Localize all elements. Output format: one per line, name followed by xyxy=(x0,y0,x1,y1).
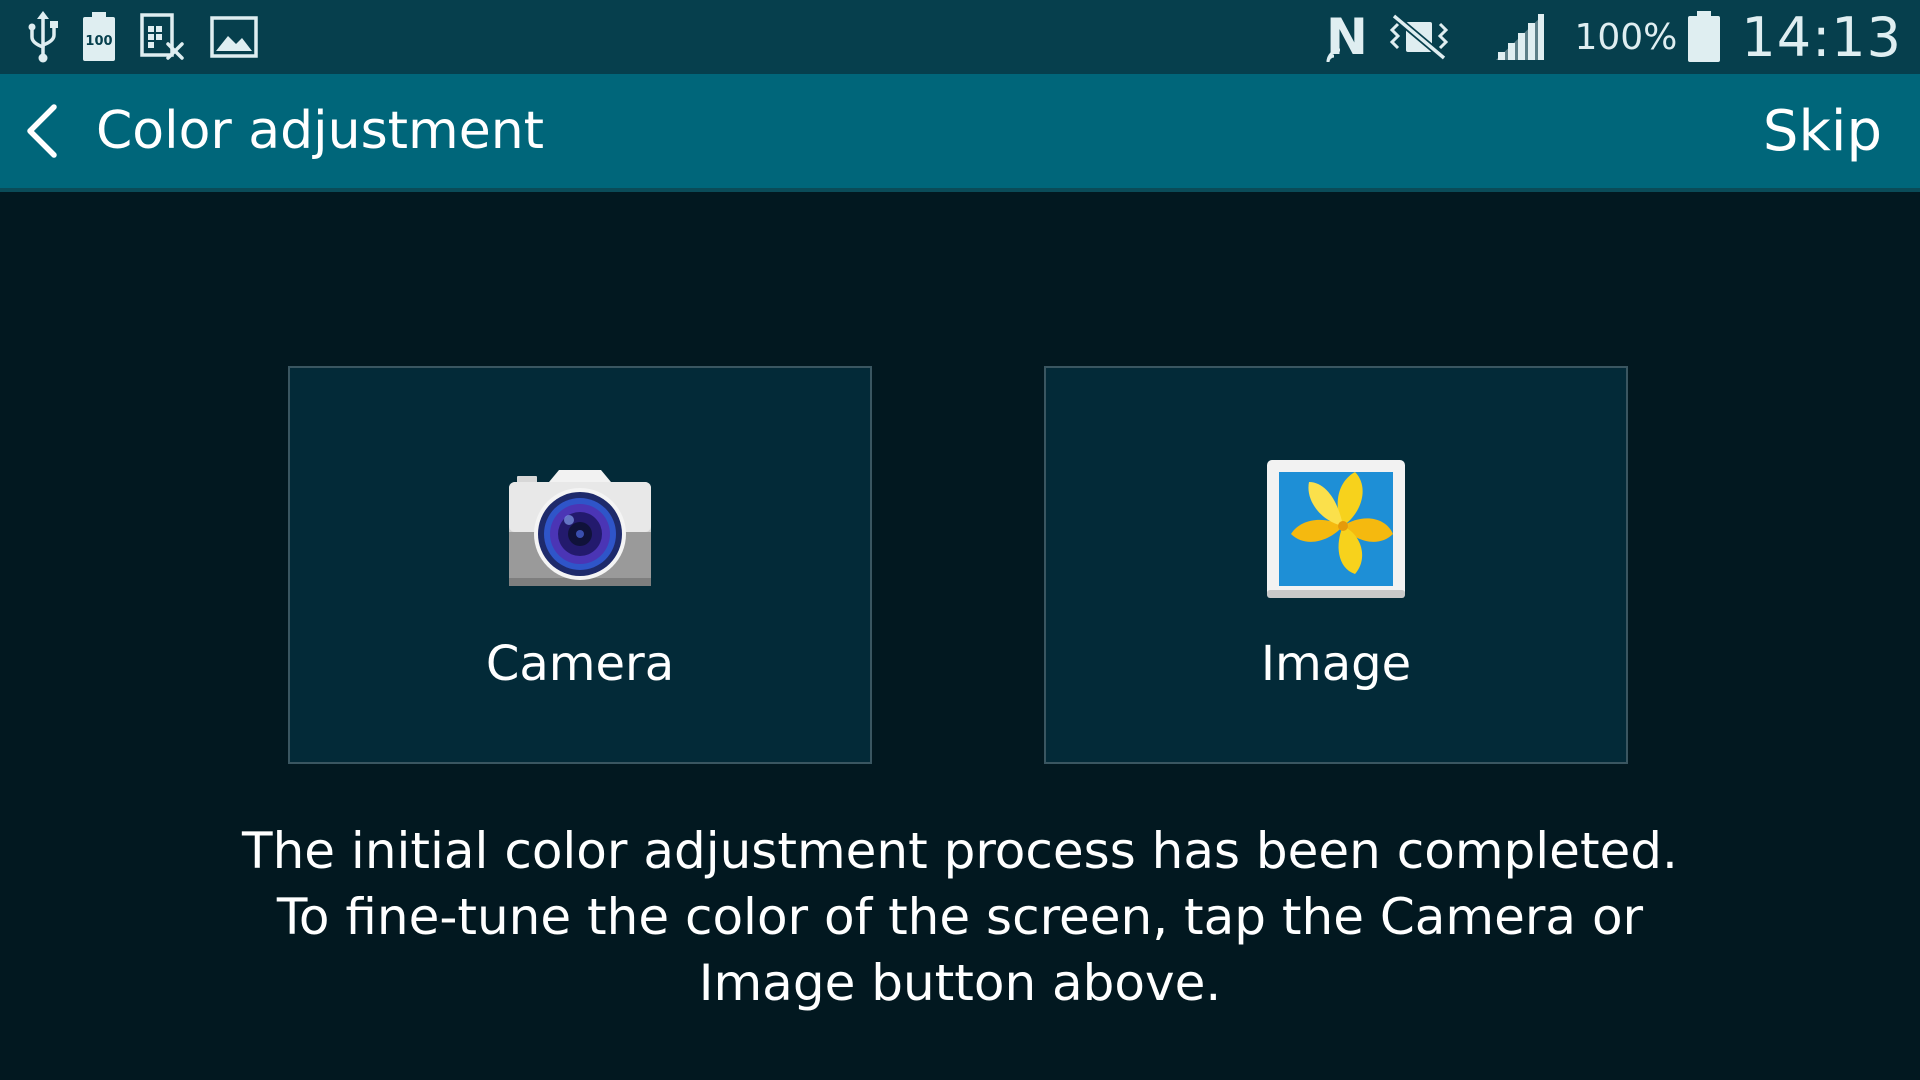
image-option-label: Image xyxy=(1260,636,1412,692)
camera-option-button[interactable]: Camera xyxy=(288,366,872,764)
svg-text:100: 100 xyxy=(85,34,112,49)
status-right-icons: N 100% 14:13 xyxy=(1324,5,1902,69)
battery-icon xyxy=(1687,11,1721,63)
image-icon xyxy=(210,16,258,58)
camera-option-label: Camera xyxy=(485,636,675,692)
battery-percent: 100% xyxy=(1574,16,1678,58)
status-left-icons: 100 xyxy=(28,10,258,64)
clock: 14:13 xyxy=(1741,5,1902,69)
page-title: Color adjustment xyxy=(96,101,545,161)
screenshot-icon xyxy=(140,12,186,62)
camera-icon xyxy=(509,468,651,593)
nfc-icon: N xyxy=(1324,10,1374,64)
status-bar: 100 N 100% 14:13 xyxy=(0,0,1920,74)
color-adjustment-screen: 100 N 100% 14:13 Color adjustment Skip C… xyxy=(0,0,1920,1080)
description-text: The initial color adjustment process has… xyxy=(242,822,1678,1012)
image-option-button[interactable]: Image xyxy=(1044,366,1628,764)
chevron-left-icon xyxy=(12,84,72,178)
gallery-icon xyxy=(1267,460,1405,603)
battery-100-icon: 100 xyxy=(82,12,116,62)
action-bar: Color adjustment Skip xyxy=(0,74,1920,188)
usb-icon xyxy=(28,11,58,63)
action-bar-divider xyxy=(0,188,1920,192)
skip-button[interactable]: Skip xyxy=(1763,84,1882,178)
signal-icon xyxy=(1494,12,1546,62)
back-button[interactable]: Color adjustment xyxy=(12,84,544,178)
vibrate-off-icon xyxy=(1384,12,1454,62)
